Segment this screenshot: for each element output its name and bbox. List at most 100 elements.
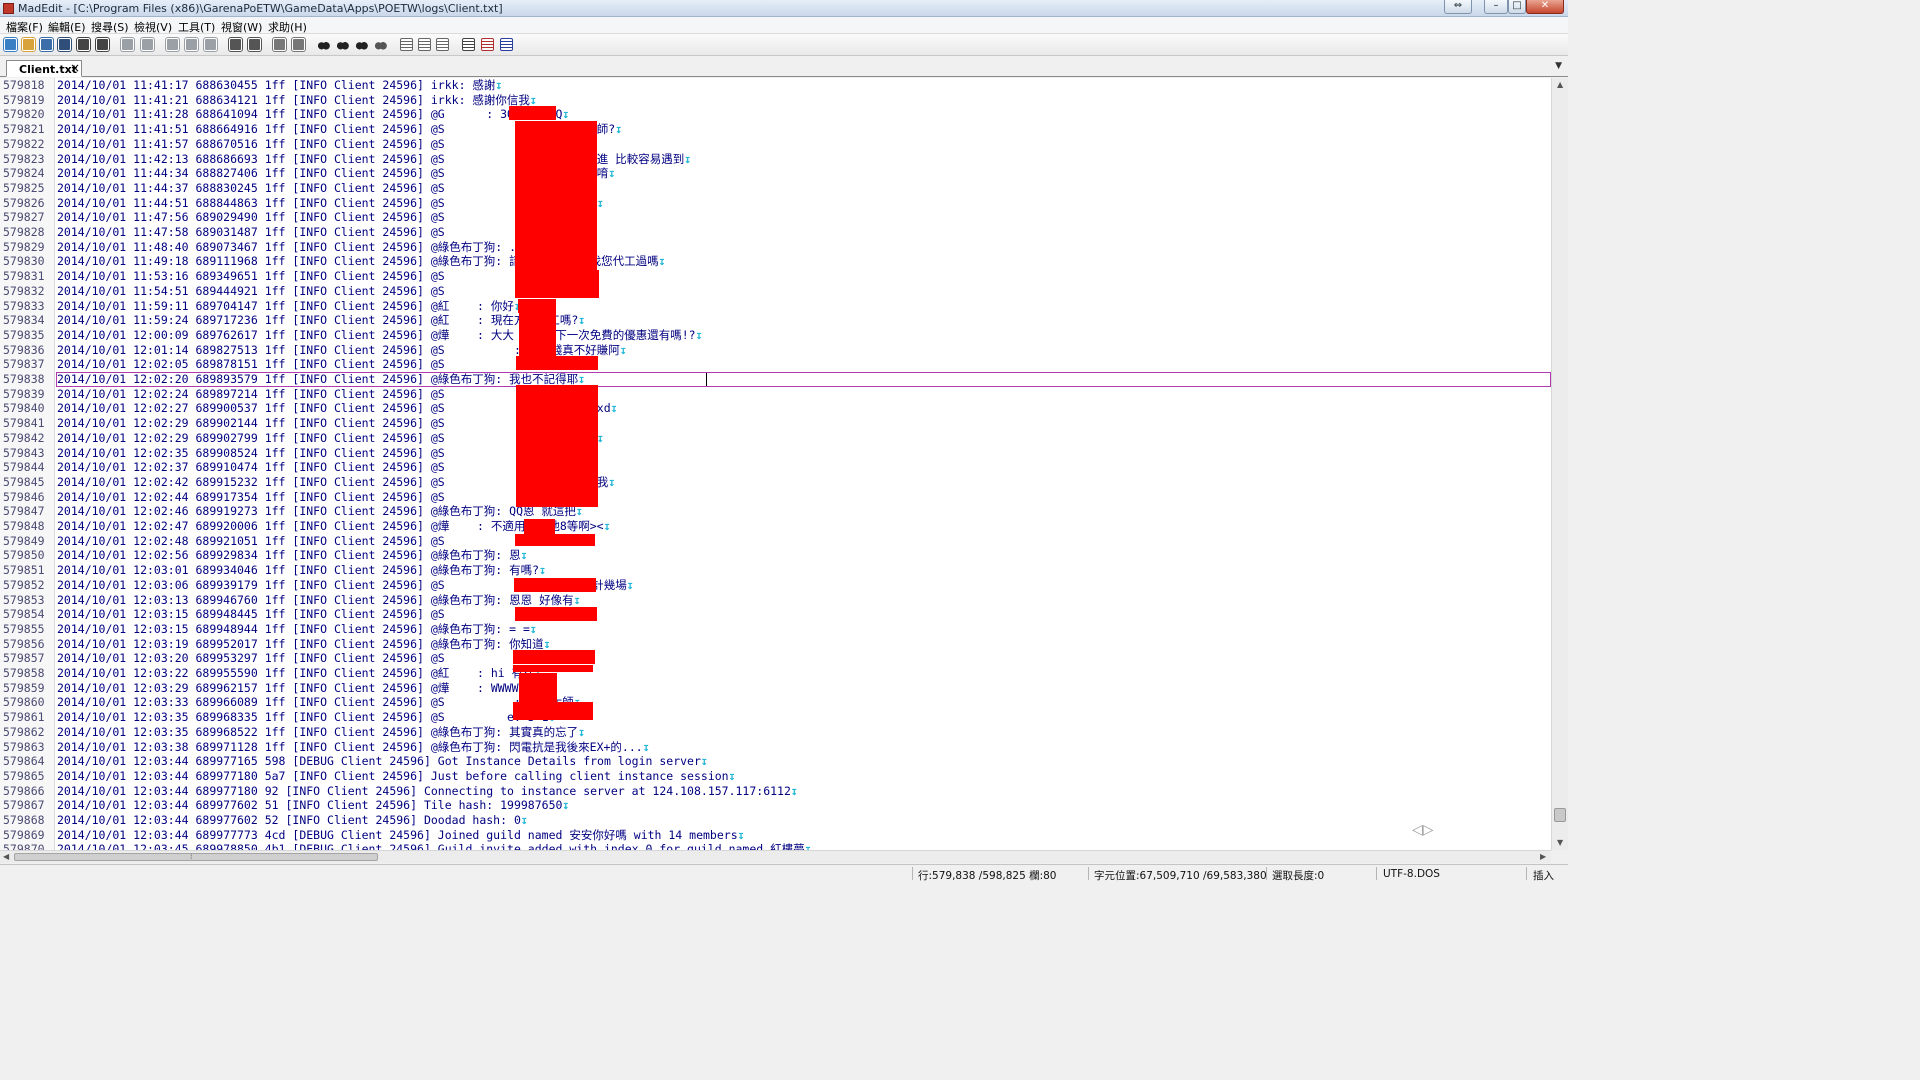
toggle-whitespace-icon[interactable] [500, 38, 513, 51]
scroll-up-icon[interactable]: ▲ [1557, 80, 1563, 89]
horizontal-scroll-thumb[interactable]: ⁞ [14, 852, 378, 861]
new-file-icon[interactable] [4, 38, 17, 51]
log-line[interactable]: 579870 2014/10/01 12:03:45 689978850 4b1 … [0, 842, 1552, 850]
find-icon[interactable] [317, 38, 330, 51]
close-window-button[interactable]: ✕ [1526, 0, 1564, 14]
find-previous-icon[interactable] [355, 38, 368, 51]
log-line[interactable]: 579830 2014/10/01 11:49:18 689111968 1ff … [0, 254, 1552, 269]
log-line[interactable]: 579821 2014/10/01 11:41:51 688664916 1ff … [0, 122, 1552, 137]
tab-close-icon[interactable]: × [70, 62, 80, 75]
indent-icon[interactable] [229, 38, 242, 51]
log-line[interactable]: 579855 2014/10/01 12:03:15 689948944 1ff … [0, 622, 1552, 637]
scroll-right-icon[interactable]: ▶ [1540, 852, 1546, 861]
log-line[interactable]: 579866 2014/10/01 12:03:44 689977180 92 [… [0, 784, 1552, 799]
cut-icon[interactable] [166, 38, 179, 51]
log-line[interactable]: 579865 2014/10/01 12:03:44 689977180 5a7 … [0, 769, 1552, 784]
menu-help[interactable]: 求助(H) [268, 19, 307, 35]
replace-icon[interactable] [374, 38, 387, 51]
log-line[interactable]: 579844 2014/10/01 12:02:37 689910474 1ff … [0, 460, 1552, 475]
menu-file[interactable]: 檔案(F) [6, 19, 43, 35]
log-line[interactable]: 579856 2014/10/01 12:03:19 689952017 1ff … [0, 637, 1552, 652]
log-line[interactable]: 579843 2014/10/01 12:02:35 689908524 1ff … [0, 446, 1552, 461]
scroll-down-icon[interactable]: ▼ [1557, 838, 1563, 847]
log-line[interactable]: 579851 2014/10/01 12:03:01 689934046 1ff … [0, 563, 1552, 578]
log-line[interactable]: 579829 2014/10/01 11:48:40 689073467 1ff … [0, 240, 1552, 255]
log-line[interactable]: 579835 2014/10/01 12:00:09 689762617 1ff … [0, 328, 1552, 343]
log-line[interactable]: 579826 2014/10/01 11:44:51 688844863 1ff … [0, 196, 1552, 211]
log-line[interactable]: 579867 2014/10/01 12:03:44 689977602 51 [… [0, 798, 1552, 813]
log-line[interactable]: 579857 2014/10/01 12:03:20 689953297 1ff … [0, 651, 1552, 666]
log-line[interactable]: 579842 2014/10/01 12:02:29 689902799 1ff … [0, 431, 1552, 446]
log-line[interactable]: 579831 2014/10/01 11:53:16 689349651 1ff … [0, 269, 1552, 284]
hex-mode-icon[interactable] [436, 38, 449, 51]
redo-icon[interactable] [141, 38, 154, 51]
status-encoding[interactable]: UTF-8.DOS [1383, 868, 1440, 880]
comment-icon[interactable] [273, 38, 286, 51]
vertical-scrollbar[interactable]: ▲ ▼ [1551, 78, 1568, 850]
log-line[interactable]: 579845 2014/10/01 12:02:42 689915232 1ff … [0, 475, 1552, 490]
log-line[interactable]: 579839 2014/10/01 12:02:24 689897214 1ff … [0, 387, 1552, 402]
log-line[interactable]: 579849 2014/10/01 12:02:48 689921051 1ff … [0, 534, 1552, 549]
log-line[interactable]: 579862 2014/10/01 12:03:35 689968522 1ff … [0, 725, 1552, 740]
open-file-icon[interactable] [22, 38, 35, 51]
save-icon[interactable] [40, 38, 53, 51]
menu-window[interactable]: 視窗(W) [221, 19, 262, 35]
log-line[interactable]: 579850 2014/10/01 12:02:56 689929834 1ff … [0, 548, 1552, 563]
log-line[interactable]: 579853 2014/10/01 12:03:13 689946760 1ff … [0, 593, 1552, 608]
paste-icon[interactable] [204, 38, 217, 51]
log-line[interactable]: 579841 2014/10/01 12:02:29 689902144 1ff … [0, 416, 1552, 431]
text-mode-icon[interactable] [400, 38, 413, 51]
log-line[interactable]: 579852 2014/10/01 12:03:06 689939179 1ff … [0, 578, 1552, 593]
column-mode-icon[interactable] [418, 38, 431, 51]
log-line[interactable]: 579822 2014/10/01 11:41:57 688670516 1ff … [0, 137, 1552, 152]
log-line[interactable]: 579818 2014/10/01 11:41:17 688630455 1ff … [0, 78, 1552, 93]
log-line[interactable]: 579832 2014/10/01 11:54:51 689444921 1ff … [0, 284, 1552, 299]
uncomment-icon[interactable] [292, 38, 305, 51]
unindent-icon[interactable] [248, 38, 261, 51]
log-line[interactable]: 579869 2014/10/01 12:03:44 689977773 4cd … [0, 828, 1552, 843]
log-line[interactable]: 579823 2014/10/01 11:42:13 688686693 1ff … [0, 152, 1552, 167]
log-line[interactable]: 579837 2014/10/01 12:02:05 689878151 1ff … [0, 357, 1552, 372]
close-all-icon[interactable] [96, 38, 109, 51]
log-line[interactable]: 579819 2014/10/01 11:41:21 688634121 1ff … [0, 93, 1552, 108]
log-line[interactable]: 579846 2014/10/01 12:02:44 689917354 1ff … [0, 490, 1552, 505]
text-editor[interactable]: 579818 2014/10/01 11:41:17 688630455 1ff … [0, 78, 1568, 850]
log-line[interactable]: 579861 2014/10/01 12:03:35 689968335 1ff … [0, 710, 1552, 725]
log-line[interactable]: 579840 2014/10/01 12:02:27 689900537 1ff … [0, 401, 1552, 416]
log-line[interactable]: 579860 2014/10/01 12:03:33 689966089 1ff … [0, 695, 1552, 710]
undo-icon[interactable] [121, 38, 134, 51]
log-line[interactable]: 579864 2014/10/01 12:03:44 689977165 598 … [0, 754, 1552, 769]
menu-tools[interactable]: 工具(T) [178, 19, 215, 35]
log-line[interactable]: 579868 2014/10/01 12:03:44 689977602 52 [… [0, 813, 1552, 828]
word-wrap-icon[interactable] [462, 38, 475, 51]
tab-client-txt[interactable]: Client.txt × [6, 60, 82, 77]
vertical-scroll-thumb[interactable] [1554, 808, 1566, 822]
status-insert-mode[interactable]: 插入 [1533, 868, 1554, 883]
copy-icon[interactable] [185, 38, 198, 51]
log-line[interactable]: 579824 2014/10/01 11:44:34 688827406 1ff … [0, 166, 1552, 181]
scroll-left-icon[interactable]: ◀ [3, 852, 9, 861]
log-line[interactable]: 579833 2014/10/01 11:59:11 689704147 1ff … [0, 299, 1552, 314]
log-line[interactable]: 579858 2014/10/01 12:03:22 689955590 1ff … [0, 666, 1552, 681]
minimize-button[interactable]: – [1484, 0, 1508, 14]
tab-list-dropdown-icon[interactable]: ▼ [1555, 61, 1562, 71]
horizontal-scrollbar[interactable]: ◀ ⁞ ▶ [0, 850, 1551, 863]
save-all-icon[interactable] [58, 38, 71, 51]
restore-down-button[interactable]: ⇔ [1444, 0, 1472, 14]
find-next-icon[interactable] [336, 38, 349, 51]
log-line[interactable]: 579859 2014/10/01 12:03:29 689962157 1ff … [0, 681, 1552, 696]
log-line[interactable]: 579863 2014/10/01 12:03:38 689971128 1ff … [0, 740, 1552, 755]
log-line[interactable]: 579854 2014/10/01 12:03:15 689948445 1ff … [0, 607, 1552, 622]
log-line[interactable]: 579848 2014/10/01 12:02:47 689920006 1ff … [0, 519, 1552, 534]
log-line[interactable]: 579828 2014/10/01 11:47:58 689031487 1ff … [0, 225, 1552, 240]
maximize-button[interactable]: □ [1508, 0, 1526, 14]
log-line[interactable]: 579820 2014/10/01 11:41:28 688641094 1ff … [0, 107, 1552, 122]
line-number-icon[interactable] [481, 38, 494, 51]
log-line[interactable]: 579836 2014/10/01 12:01:14 689827513 1ff … [0, 343, 1552, 358]
log-line[interactable]: 579847 2014/10/01 12:02:46 689919273 1ff … [0, 504, 1552, 519]
menu-view[interactable]: 檢視(V) [134, 19, 172, 35]
log-line[interactable]: 579825 2014/10/01 11:44:37 688830245 1ff … [0, 181, 1552, 196]
page-nav-arrows-icon[interactable]: ◁▷ [1412, 822, 1434, 838]
log-line[interactable]: 579827 2014/10/01 11:47:56 689029490 1ff … [0, 210, 1552, 225]
menu-search[interactable]: 搜尋(S) [91, 19, 129, 35]
